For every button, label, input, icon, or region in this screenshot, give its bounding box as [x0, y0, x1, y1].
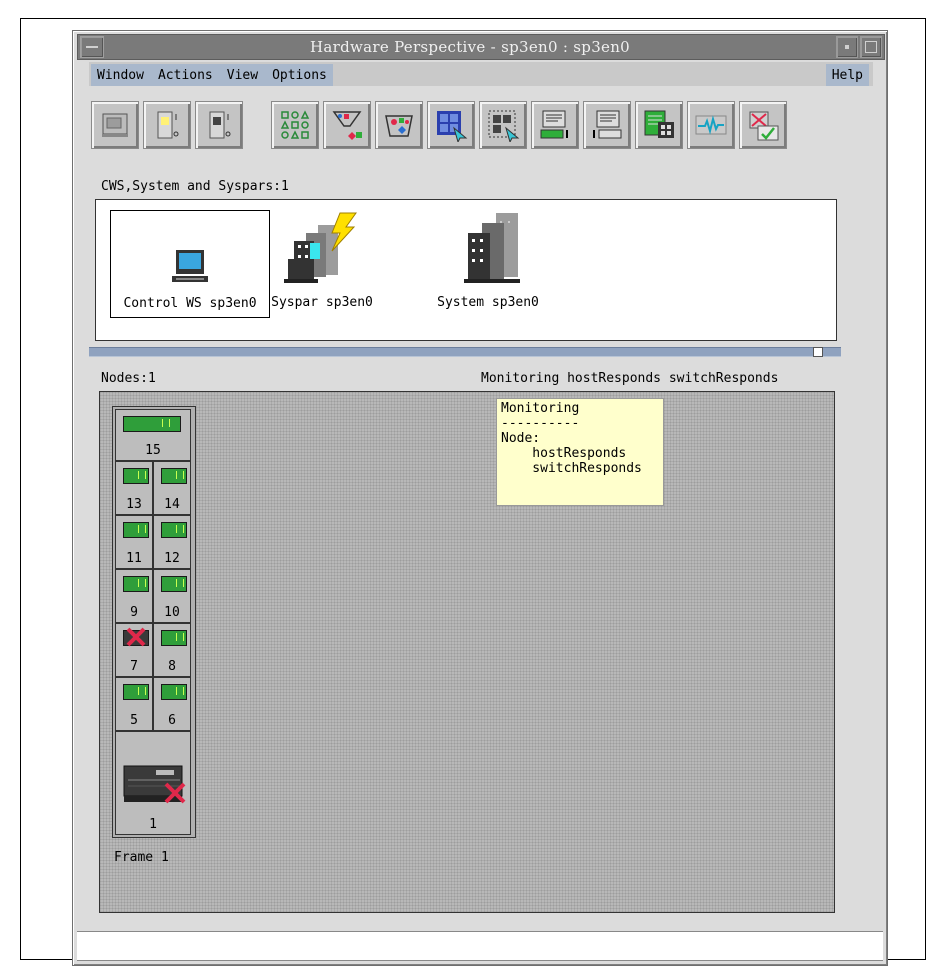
node-number: 15: [145, 443, 161, 458]
menu-help-label[interactable]: Help: [832, 68, 863, 83]
computer-icon: [172, 250, 208, 282]
node-dark-icon: [209, 111, 231, 139]
delete-check-tool-button[interactable]: [739, 101, 787, 149]
panel-keyboard-icon: [593, 110, 622, 139]
node-number: 13: [126, 497, 142, 512]
menu-options[interactable]: Options: [272, 68, 327, 83]
syspar-label: Syspar sp3en0: [271, 295, 373, 310]
node-number: 12: [164, 551, 180, 566]
node-number: 9: [130, 605, 138, 620]
node-number: 7: [130, 659, 138, 674]
node-slot-9[interactable]: 9: [115, 569, 153, 623]
node-number: 10: [164, 605, 180, 620]
node-icon: [123, 684, 149, 700]
top-panel-label: CWS,System and Syspars:1: [101, 179, 289, 194]
cws-system-syspars-panel: Control WS sp3en0 Syspar sp3en0 System s…: [95, 199, 837, 341]
title-bar[interactable]: Hardware Perspective - sp3en0 : sp3en0: [77, 34, 885, 60]
status-bar: [77, 931, 883, 961]
menu-actions[interactable]: Actions: [158, 68, 213, 83]
monitor-pulse-icon: [695, 115, 727, 135]
menu-group: Window Actions View Options: [91, 64, 333, 86]
node-slot-14[interactable]: 14: [153, 461, 191, 515]
maximize-button[interactable]: [860, 36, 882, 58]
failure-x-icon: [126, 627, 146, 647]
node-icon: [161, 630, 187, 646]
frame-1[interactable]: 15 13 14 11 12 9 10 7 8 5 6 1: [112, 406, 196, 838]
node-icon: [161, 576, 187, 592]
hardware-perspective-window: Hardware Perspective - sp3en0 : sp3en0 W…: [72, 30, 888, 966]
system-object[interactable]: System sp3en0: [428, 210, 548, 316]
syspar-icon: [284, 212, 357, 283]
node-dark-tool-button[interactable]: [195, 101, 243, 149]
grid-select-icon: [437, 111, 468, 142]
node-icon: [123, 522, 149, 538]
system-icon: [464, 213, 520, 283]
frame-label: Frame 1: [114, 850, 169, 865]
nodes-label: Nodes:1: [101, 371, 156, 386]
node-number: 1: [149, 817, 157, 832]
nodes-panel: 15 13 14 11 12 9 10 7 8 5 6 1 Frame 1 Mo…: [99, 391, 835, 913]
menu-window[interactable]: Window: [97, 68, 144, 83]
workstation-icon: [102, 113, 128, 137]
control-ws-label: Control WS sp3en0: [123, 296, 257, 311]
panel-terminal-icon: [540, 110, 568, 139]
node-light-tool-button[interactable]: [143, 101, 191, 149]
node-slot-8[interactable]: 8: [153, 623, 191, 677]
node-icon: [123, 576, 149, 592]
system-label: System sp3en0: [437, 295, 539, 310]
wide-node-icon: [123, 765, 186, 804]
node-slot-5[interactable]: 5: [115, 677, 153, 731]
node-slot-13[interactable]: 13: [115, 461, 153, 515]
node-slot-15[interactable]: 15: [115, 409, 191, 461]
filter-funnel-tool-button[interactable]: [323, 101, 371, 149]
monitoring-label: Monitoring hostResponds switchResponds: [481, 371, 779, 386]
table-edit-tool-button[interactable]: [635, 101, 683, 149]
node-icon: [123, 468, 149, 484]
toolbar: [87, 95, 875, 159]
node-slot-7[interactable]: 7: [115, 623, 153, 677]
node-slot-12[interactable]: 12: [153, 515, 191, 569]
monitoring-tooltip: Monitoring ---------- Node: hostResponds…: [496, 398, 664, 506]
node-number: 14: [164, 497, 180, 512]
menu-bar: Window Actions View Options Help: [89, 62, 873, 86]
node-icon: [123, 416, 181, 432]
shapes-grid-icon: [280, 110, 310, 139]
grid-dotted-tool-button[interactable]: [479, 101, 527, 149]
node-slot-6[interactable]: 6: [153, 677, 191, 731]
delete-check-icon: [749, 111, 779, 141]
node-icon: [161, 468, 187, 484]
panel-keyboard-tool-button[interactable]: [583, 101, 631, 149]
panel-terminal-tool-button[interactable]: [531, 101, 579, 149]
grid-select-tool-button[interactable]: [427, 101, 475, 149]
node-icon: [161, 522, 187, 538]
node-slot-11[interactable]: 11: [115, 515, 153, 569]
node-number: 6: [168, 713, 176, 728]
filter-funnel-icon: [332, 111, 362, 140]
node-slot-10[interactable]: 10: [153, 569, 191, 623]
menu-help[interactable]: Help: [825, 64, 869, 86]
node-number: 5: [130, 713, 138, 728]
monitor-pulse-tool-button[interactable]: [687, 101, 735, 149]
window-menu-button[interactable]: [80, 36, 104, 58]
grid-dotted-icon: [488, 110, 520, 142]
node-icon: [161, 684, 187, 700]
node-slot-1[interactable]: 1: [115, 731, 191, 835]
window-title: Hardware Perspective - sp3en0 : sp3en0: [309, 38, 631, 56]
control-ws-object[interactable]: Control WS sp3en0: [110, 210, 270, 318]
filter-basket-icon: [385, 115, 413, 137]
node-number: 8: [168, 659, 176, 674]
syspar-object[interactable]: Syspar sp3en0: [262, 210, 382, 316]
filter-basket-tool-button[interactable]: [375, 101, 423, 149]
menu-view[interactable]: View: [227, 68, 258, 83]
sash-handle[interactable]: [813, 347, 823, 357]
node-light-icon: [157, 111, 179, 139]
shapes-grid-tool-button[interactable]: [271, 101, 319, 149]
pane-sash[interactable]: [89, 347, 841, 357]
workstation-tool-button[interactable]: [91, 101, 139, 149]
node-number: 11: [126, 551, 142, 566]
table-edit-icon: [644, 110, 674, 138]
minimize-button[interactable]: [836, 36, 858, 58]
